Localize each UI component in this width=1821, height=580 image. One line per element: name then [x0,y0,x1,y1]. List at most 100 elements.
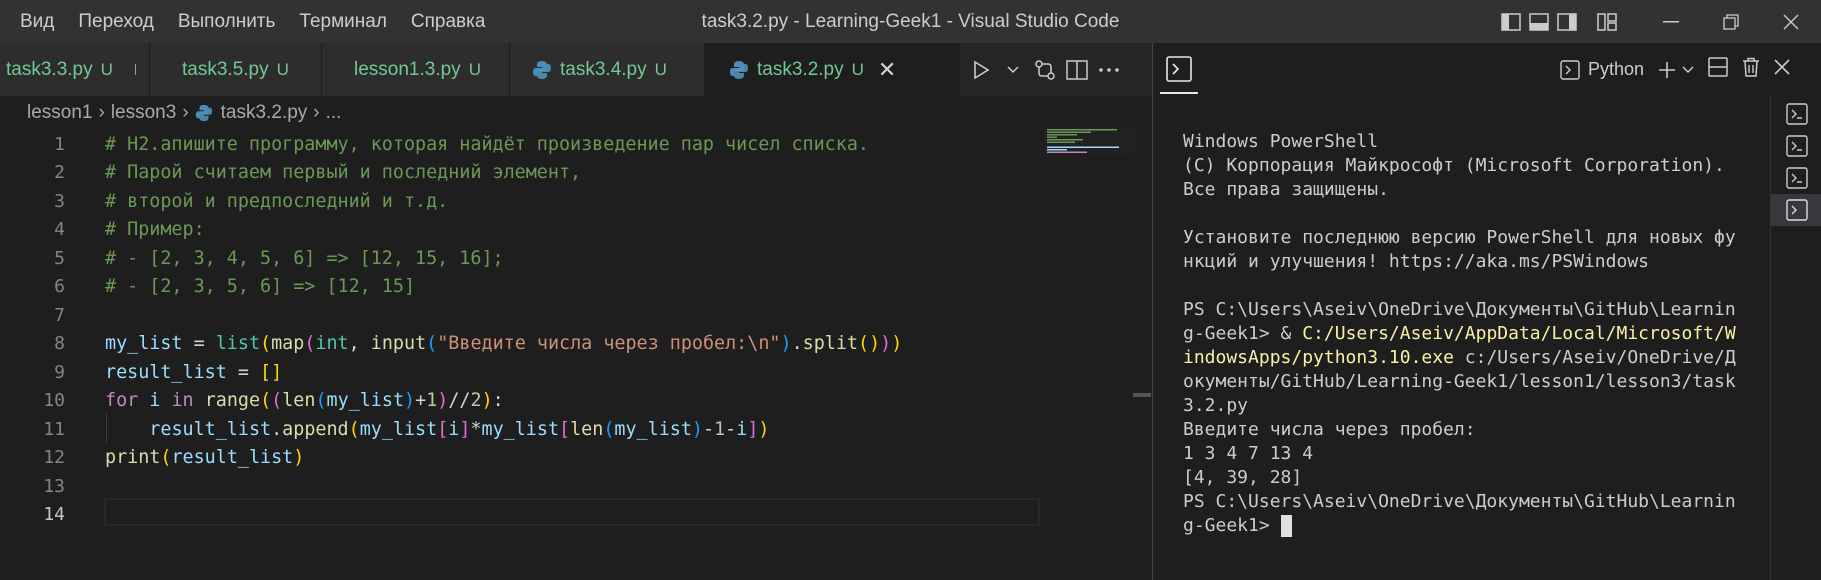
terminal-icon [1785,167,1808,189]
code-text: # Парой считаем первый и последний элеме… [105,162,582,184]
line-number: 12 [43,447,65,469]
string-literal: "Введите числа через пробел:\n" [437,333,781,355]
breadcrumb: lesson1 › lesson3 › task3.2.py › ... [0,96,1152,130]
terminal-line: PS C:\Users\Aseiv\OneDrive\Документы\Git… [1183,491,1736,512]
editor-actions [960,43,1152,96]
code-editor[interactable]: 1 # Н2.апишите программу, которая найдёт… [0,130,1040,580]
terminal-output[interactable]: Windows PowerShell (C) Корпорация Майкрос… [1183,106,1743,580]
code-line: 11 result_list.append(my_list[i]*my_list… [0,415,1040,444]
restore-icon[interactable] [1701,0,1761,43]
minimap[interactable] [1045,128,1135,154]
code-line: 6 # - [2, 3, 5, 6] => [12, 15] [0,273,1040,302]
menu-view[interactable]: Вид [8,0,66,43]
customize-layout-icon[interactable] [1593,0,1621,43]
source-control-icon[interactable] [1034,55,1056,85]
terminal-line: 3.2.py [1183,395,1249,416]
line-number: 7 [54,304,65,326]
code-line: 3 # второй и предпоследний и т.д. [0,187,1040,216]
terminal-icon [1785,199,1808,221]
breadcrumb-folder[interactable]: lesson3 [111,102,177,124]
code-text: # Пример: [105,219,205,241]
terminal-line: Все права защищены. [1183,179,1389,200]
tab-task3-3[interactable]: task3.3.py U [0,43,150,96]
terminal-line: (C) Корпорация Майкрософт (Microsoft Cor… [1183,155,1725,176]
python-icon [195,104,212,122]
menu-run[interactable]: Выполнить [166,0,288,43]
trash-icon[interactable] [1742,57,1760,82]
terminal-instance[interactable] [1771,162,1821,194]
code-line: 1 # Н2.апишите программу, которая найдёт… [0,130,1040,159]
breadcrumb-folder[interactable]: lesson1 [27,102,93,124]
line-number: 10 [43,390,65,412]
terminal-instance[interactable] [1771,130,1821,162]
line-number: 2 [54,162,65,184]
line-number: 11 [43,418,65,440]
line-number: 6 [54,276,65,298]
chevron-down-icon[interactable] [1002,55,1024,85]
chevron-right-icon: › [313,102,320,123]
tab-status: U [851,59,864,79]
terminal-instance[interactable] [1771,98,1821,130]
minimize-icon[interactable] [1641,0,1701,43]
close-panel-icon[interactable] [1774,59,1790,80]
scrollbar-marker[interactable] [1133,393,1151,397]
breadcrumb-symbol[interactable]: ... [326,102,342,124]
split-terminal-icon[interactable] [1708,57,1728,82]
menu-terminal[interactable]: Терминал [287,0,399,43]
code-text: # - [2, 3, 5, 6] => [12, 15] [105,276,416,298]
breadcrumb-file[interactable]: task3.2.py [221,102,308,124]
menu-help[interactable]: Справка [399,0,498,43]
layout-sidebar-right-icon[interactable] [1553,0,1581,43]
tab-status: U [654,59,667,79]
tab-task3-5[interactable]: task3.5.py U [150,43,322,96]
terminal-line: PS C:\Users\Aseiv\OneDrive\Документы\Git… [1183,299,1736,320]
window-close-icon[interactable] [1761,0,1821,43]
code-line: 5 # - [2, 3, 4, 5, 6] => [12, 15, 16]; [0,244,1040,273]
command-arg: c:/Users/Aseiv/OneDrive/Д [1453,347,1736,368]
terminal-line: нкций и улучшения! https://aka.ms/PSWind… [1183,251,1649,272]
line-number: 5 [54,247,65,269]
run-icon[interactable] [970,55,992,85]
indent-guide [106,414,107,442]
layout-sidebar-left-icon[interactable] [1497,0,1525,43]
active-tab-indicator [1160,92,1198,94]
terminal-actions: Python [1560,43,1790,96]
tab-lesson1-3[interactable]: lesson1.3.py U [322,43,510,96]
line-number: 9 [54,361,65,383]
more-icon[interactable] [1098,55,1120,85]
chevron-down-icon [1682,65,1694,73]
code-line: 12 print(result_list) [0,444,1040,473]
terminal-cursor [1280,515,1292,537]
code-line: 8 my_list = list(map(int, input("Введите… [0,330,1040,359]
terminal-icon[interactable] [1165,55,1193,83]
tab-status: U [468,59,481,79]
layout-panel-icon[interactable] [1525,0,1553,43]
terminal-profile-button[interactable]: Python [1560,59,1644,80]
tab-label: task3.2.py [757,58,844,80]
menu-go[interactable]: Переход [66,0,165,43]
code-line: 7 [0,301,1040,330]
code-line: 14 [0,501,1040,530]
code-line: 10 for i in range((len(my_list)+1)//2): [0,387,1040,416]
command-exe: C:/Users/Aseiv/AppData/Local/Microsoft/W [1302,323,1736,344]
new-terminal-button[interactable] [1658,61,1694,79]
code-line: 9 result_list = [] [0,358,1040,387]
tab-task3-4[interactable]: task3.4.py U [510,43,705,96]
line-number: 1 [54,133,65,155]
panel-divider[interactable] [1152,43,1153,580]
prompt-text: g-Geek1> [1183,515,1281,536]
line-number: 3 [54,190,65,212]
terminal-line: [4, 39, 28] [1183,467,1303,488]
close-tab-icon[interactable]: ✕ [878,57,896,83]
tab-task3-2[interactable]: task3.2.py U ✕ [705,43,960,96]
terminal-icon [1560,59,1580,80]
code-text: for i in range((len(my_list)+1)//2): [105,390,504,412]
code-line: 2 # Парой считаем первый и последний эле… [0,159,1040,188]
split-editor-icon[interactable] [1066,55,1088,85]
title-bar: Вид Переход Выполнить Терминал Справка t… [0,0,1821,43]
line-number: 14 [43,504,65,526]
terminal-list [1770,96,1821,580]
terminal-instance-active[interactable] [1771,194,1821,226]
